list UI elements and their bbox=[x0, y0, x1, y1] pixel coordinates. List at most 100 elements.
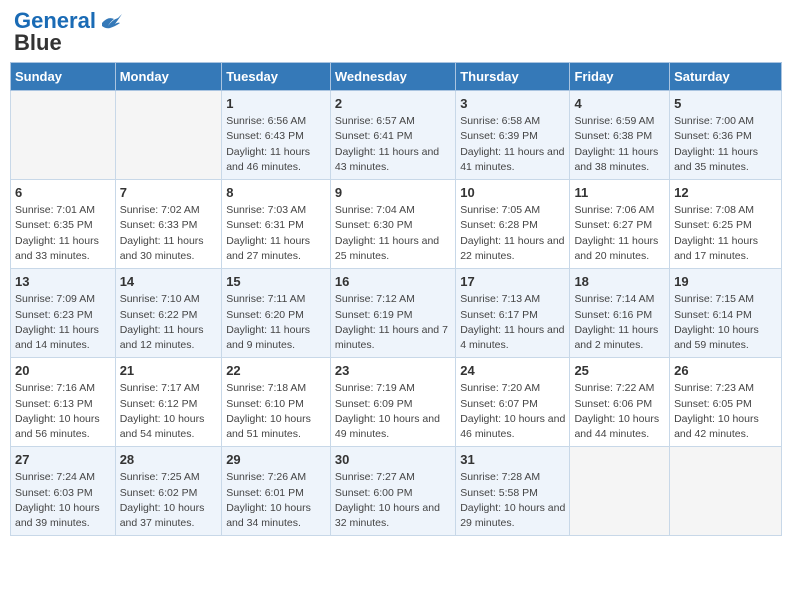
day-info: Sunrise: 7:01 AM Sunset: 6:35 PM Dayligh… bbox=[15, 203, 111, 264]
calendar-cell bbox=[115, 91, 221, 180]
calendar-table: SundayMondayTuesdayWednesdayThursdayFrid… bbox=[10, 62, 782, 536]
day-number: 17 bbox=[460, 273, 565, 291]
calendar-cell: 3Sunrise: 6:58 AM Sunset: 6:39 PM Daylig… bbox=[456, 91, 570, 180]
day-info: Sunrise: 7:09 AM Sunset: 6:23 PM Dayligh… bbox=[15, 292, 111, 353]
weekday-header-friday: Friday bbox=[570, 63, 670, 91]
weekday-header-wednesday: Wednesday bbox=[330, 63, 455, 91]
day-number: 22 bbox=[226, 362, 326, 380]
day-number: 7 bbox=[120, 184, 217, 202]
calendar-cell: 30Sunrise: 7:27 AM Sunset: 6:00 PM Dayli… bbox=[330, 447, 455, 536]
day-number: 13 bbox=[15, 273, 111, 291]
calendar-week-row: 13Sunrise: 7:09 AM Sunset: 6:23 PM Dayli… bbox=[11, 269, 782, 358]
day-info: Sunrise: 7:18 AM Sunset: 6:10 PM Dayligh… bbox=[226, 381, 326, 442]
calendar-cell: 28Sunrise: 7:25 AM Sunset: 6:02 PM Dayli… bbox=[115, 447, 221, 536]
day-number: 10 bbox=[460, 184, 565, 202]
calendar-cell: 15Sunrise: 7:11 AM Sunset: 6:20 PM Dayli… bbox=[222, 269, 331, 358]
calendar-cell: 6Sunrise: 7:01 AM Sunset: 6:35 PM Daylig… bbox=[11, 180, 116, 269]
day-number: 27 bbox=[15, 451, 111, 469]
calendar-cell: 22Sunrise: 7:18 AM Sunset: 6:10 PM Dayli… bbox=[222, 358, 331, 447]
calendar-cell: 19Sunrise: 7:15 AM Sunset: 6:14 PM Dayli… bbox=[670, 269, 782, 358]
calendar-cell: 8Sunrise: 7:03 AM Sunset: 6:31 PM Daylig… bbox=[222, 180, 331, 269]
day-number: 26 bbox=[674, 362, 777, 380]
day-info: Sunrise: 7:15 AM Sunset: 6:14 PM Dayligh… bbox=[674, 292, 777, 353]
calendar-cell: 16Sunrise: 7:12 AM Sunset: 6:19 PM Dayli… bbox=[330, 269, 455, 358]
day-number: 28 bbox=[120, 451, 217, 469]
day-info: Sunrise: 7:26 AM Sunset: 6:01 PM Dayligh… bbox=[226, 470, 326, 531]
day-number: 18 bbox=[574, 273, 665, 291]
calendar-cell bbox=[570, 447, 670, 536]
day-number: 16 bbox=[335, 273, 451, 291]
calendar-cell: 31Sunrise: 7:28 AM Sunset: 5:58 PM Dayli… bbox=[456, 447, 570, 536]
calendar-cell: 20Sunrise: 7:16 AM Sunset: 6:13 PM Dayli… bbox=[11, 358, 116, 447]
calendar-week-row: 20Sunrise: 7:16 AM Sunset: 6:13 PM Dayli… bbox=[11, 358, 782, 447]
day-number: 8 bbox=[226, 184, 326, 202]
day-info: Sunrise: 7:25 AM Sunset: 6:02 PM Dayligh… bbox=[120, 470, 217, 531]
weekday-header-saturday: Saturday bbox=[670, 63, 782, 91]
day-info: Sunrise: 7:02 AM Sunset: 6:33 PM Dayligh… bbox=[120, 203, 217, 264]
weekday-header-sunday: Sunday bbox=[11, 63, 116, 91]
day-info: Sunrise: 7:04 AM Sunset: 6:30 PM Dayligh… bbox=[335, 203, 451, 264]
calendar-cell: 11Sunrise: 7:06 AM Sunset: 6:27 PM Dayli… bbox=[570, 180, 670, 269]
day-number: 14 bbox=[120, 273, 217, 291]
day-number: 15 bbox=[226, 273, 326, 291]
calendar-cell: 10Sunrise: 7:05 AM Sunset: 6:28 PM Dayli… bbox=[456, 180, 570, 269]
day-info: Sunrise: 7:12 AM Sunset: 6:19 PM Dayligh… bbox=[335, 292, 451, 353]
day-info: Sunrise: 7:24 AM Sunset: 6:03 PM Dayligh… bbox=[15, 470, 111, 531]
day-info: Sunrise: 6:59 AM Sunset: 6:38 PM Dayligh… bbox=[574, 114, 665, 175]
day-info: Sunrise: 7:06 AM Sunset: 6:27 PM Dayligh… bbox=[574, 203, 665, 264]
logo-bird-icon bbox=[100, 14, 122, 32]
day-number: 1 bbox=[226, 95, 326, 113]
day-number: 9 bbox=[335, 184, 451, 202]
calendar-cell: 27Sunrise: 7:24 AM Sunset: 6:03 PM Dayli… bbox=[11, 447, 116, 536]
calendar-cell: 25Sunrise: 7:22 AM Sunset: 6:06 PM Dayli… bbox=[570, 358, 670, 447]
day-info: Sunrise: 7:13 AM Sunset: 6:17 PM Dayligh… bbox=[460, 292, 565, 353]
page-header: GeneralBlue bbox=[10, 10, 782, 54]
logo-text: GeneralBlue bbox=[14, 10, 96, 54]
calendar-cell: 21Sunrise: 7:17 AM Sunset: 6:12 PM Dayli… bbox=[115, 358, 221, 447]
calendar-cell: 2Sunrise: 6:57 AM Sunset: 6:41 PM Daylig… bbox=[330, 91, 455, 180]
calendar-week-row: 1Sunrise: 6:56 AM Sunset: 6:43 PM Daylig… bbox=[11, 91, 782, 180]
calendar-cell: 18Sunrise: 7:14 AM Sunset: 6:16 PM Dayli… bbox=[570, 269, 670, 358]
calendar-cell: 13Sunrise: 7:09 AM Sunset: 6:23 PM Dayli… bbox=[11, 269, 116, 358]
day-info: Sunrise: 7:03 AM Sunset: 6:31 PM Dayligh… bbox=[226, 203, 326, 264]
day-info: Sunrise: 7:23 AM Sunset: 6:05 PM Dayligh… bbox=[674, 381, 777, 442]
day-info: Sunrise: 7:00 AM Sunset: 6:36 PM Dayligh… bbox=[674, 114, 777, 175]
day-info: Sunrise: 6:58 AM Sunset: 6:39 PM Dayligh… bbox=[460, 114, 565, 175]
day-info: Sunrise: 7:10 AM Sunset: 6:22 PM Dayligh… bbox=[120, 292, 217, 353]
weekday-header-tuesday: Tuesday bbox=[222, 63, 331, 91]
calendar-cell: 14Sunrise: 7:10 AM Sunset: 6:22 PM Dayli… bbox=[115, 269, 221, 358]
weekday-header-row: SundayMondayTuesdayWednesdayThursdayFrid… bbox=[11, 63, 782, 91]
calendar-cell bbox=[670, 447, 782, 536]
day-number: 6 bbox=[15, 184, 111, 202]
weekday-header-monday: Monday bbox=[115, 63, 221, 91]
calendar-cell: 1Sunrise: 6:56 AM Sunset: 6:43 PM Daylig… bbox=[222, 91, 331, 180]
day-number: 29 bbox=[226, 451, 326, 469]
calendar-cell: 4Sunrise: 6:59 AM Sunset: 6:38 PM Daylig… bbox=[570, 91, 670, 180]
calendar-cell: 26Sunrise: 7:23 AM Sunset: 6:05 PM Dayli… bbox=[670, 358, 782, 447]
day-info: Sunrise: 7:16 AM Sunset: 6:13 PM Dayligh… bbox=[15, 381, 111, 442]
calendar-cell bbox=[11, 91, 116, 180]
day-number: 3 bbox=[460, 95, 565, 113]
day-info: Sunrise: 7:20 AM Sunset: 6:07 PM Dayligh… bbox=[460, 381, 565, 442]
day-number: 4 bbox=[574, 95, 665, 113]
day-info: Sunrise: 7:27 AM Sunset: 6:00 PM Dayligh… bbox=[335, 470, 451, 531]
day-number: 24 bbox=[460, 362, 565, 380]
calendar-cell: 17Sunrise: 7:13 AM Sunset: 6:17 PM Dayli… bbox=[456, 269, 570, 358]
day-number: 5 bbox=[674, 95, 777, 113]
day-number: 21 bbox=[120, 362, 217, 380]
day-info: Sunrise: 7:14 AM Sunset: 6:16 PM Dayligh… bbox=[574, 292, 665, 353]
calendar-cell: 29Sunrise: 7:26 AM Sunset: 6:01 PM Dayli… bbox=[222, 447, 331, 536]
day-number: 31 bbox=[460, 451, 565, 469]
calendar-cell: 12Sunrise: 7:08 AM Sunset: 6:25 PM Dayli… bbox=[670, 180, 782, 269]
day-info: Sunrise: 7:19 AM Sunset: 6:09 PM Dayligh… bbox=[335, 381, 451, 442]
day-info: Sunrise: 7:05 AM Sunset: 6:28 PM Dayligh… bbox=[460, 203, 565, 264]
day-number: 23 bbox=[335, 362, 451, 380]
calendar-cell: 24Sunrise: 7:20 AM Sunset: 6:07 PM Dayli… bbox=[456, 358, 570, 447]
logo: GeneralBlue bbox=[14, 10, 122, 54]
calendar-cell: 5Sunrise: 7:00 AM Sunset: 6:36 PM Daylig… bbox=[670, 91, 782, 180]
day-number: 30 bbox=[335, 451, 451, 469]
day-info: Sunrise: 6:56 AM Sunset: 6:43 PM Dayligh… bbox=[226, 114, 326, 175]
day-number: 2 bbox=[335, 95, 451, 113]
calendar-week-row: 6Sunrise: 7:01 AM Sunset: 6:35 PM Daylig… bbox=[11, 180, 782, 269]
day-number: 19 bbox=[674, 273, 777, 291]
